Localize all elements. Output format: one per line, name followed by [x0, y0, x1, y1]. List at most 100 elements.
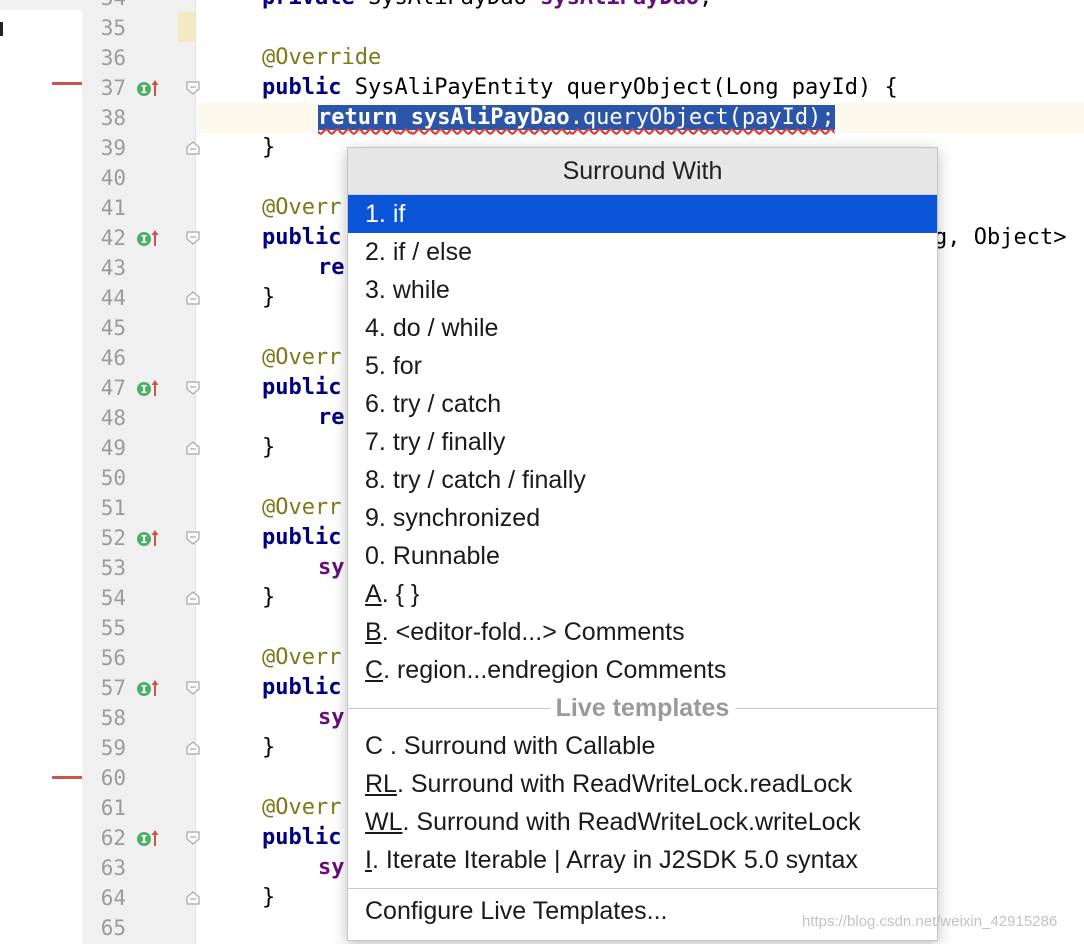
implements-interface-icon[interactable] [136, 826, 160, 850]
line-number[interactable]: 52 [82, 523, 126, 553]
line-number[interactable]: 56 [82, 643, 126, 673]
line-number[interactable]: 44 [82, 283, 126, 313]
implements-interface-icon[interactable] [136, 526, 160, 550]
line-number[interactable]: 47 [82, 373, 126, 403]
surround-option[interactable]: 7. try / finally [348, 423, 937, 461]
implements-interface-icon[interactable] [136, 226, 160, 250]
line-number[interactable]: 57 [82, 673, 126, 703]
line-number[interactable]: 35 [82, 13, 126, 43]
line-number[interactable]: 41 [82, 193, 126, 223]
live-template-option[interactable]: WL. Surround with ReadWriteLock.writeLoc… [348, 803, 937, 841]
line-number[interactable]: 46 [82, 343, 126, 373]
surround-option[interactable]: 2. if / else [348, 233, 937, 271]
option-key-separator: . [378, 352, 393, 380]
option-key-separator: . [402, 808, 417, 836]
option-label: while [392, 276, 450, 304]
breakpoint-marker[interactable] [52, 776, 82, 779]
surround-option[interactable]: 8. try / catch / finally [348, 461, 937, 499]
surround-option[interactable]: A. { } [348, 575, 937, 613]
breakpoint-marker[interactable] [52, 82, 82, 85]
line-number[interactable]: 62 [82, 823, 126, 853]
line-number[interactable]: 49 [82, 433, 126, 463]
line-number[interactable]: 39 [82, 133, 126, 163]
line-number[interactable]: 55 [82, 613, 126, 643]
code-line-58: sy [318, 705, 345, 730]
option-label: if / else [392, 238, 473, 266]
option-label: for [392, 352, 422, 380]
surround-option[interactable]: 9. synchronized [348, 499, 937, 537]
option-label: Runnable [392, 542, 500, 570]
editor-gutter[interactable]: 3435363738394041424344454647484950515253… [82, 0, 200, 944]
code-line-48: re [318, 405, 345, 430]
keyword: return [318, 105, 398, 130]
line-number[interactable]: 34 [82, 0, 126, 13]
line-number[interactable]: 53 [82, 553, 126, 583]
surround-option[interactable]: B. <editor-fold...> Comments [348, 613, 937, 651]
live-templates-label: Live templates [549, 689, 736, 727]
implements-interface-icon[interactable] [136, 676, 160, 700]
selected-code[interactable]: return sysAliPayDao.queryObject(payId); [318, 105, 835, 130]
option-label: Surround with ReadWriteLock.writeLock [416, 808, 861, 836]
line-number[interactable]: 37 [82, 73, 126, 103]
line-number[interactable]: 51 [82, 493, 126, 523]
field-name: sysAliPayDao [540, 0, 699, 10]
line-number[interactable]: 58 [82, 703, 126, 733]
line-number[interactable]: 64 [82, 883, 126, 913]
code-line-52: public [262, 525, 342, 550]
option-key: 0 [365, 542, 379, 570]
surround-option[interactable]: C. region...endregion Comments [348, 651, 937, 689]
live-template-option[interactable]: RL. Surround with ReadWriteLock.readLock [348, 765, 937, 803]
code-line-51: @Overr [262, 495, 342, 520]
option-key: 9 [365, 504, 379, 532]
code-line-42-tail: g, Object> [934, 225, 1067, 250]
line-number[interactable]: 36 [82, 43, 126, 73]
code-line-47: public [262, 375, 342, 400]
line-number[interactable]: 63 [82, 853, 126, 883]
implements-interface-icon[interactable] [136, 376, 160, 400]
line-number[interactable]: 59 [82, 733, 126, 763]
line-number[interactable]: 54 [82, 583, 126, 613]
line-number[interactable]: 50 [82, 463, 126, 493]
change-marker [178, 12, 196, 42]
surround-option[interactable]: 3. while [348, 271, 937, 309]
surround-with-popup[interactable]: Surround With 1. if 2. if / else 3. while 4… [347, 147, 938, 941]
live-templates-list: C . Surround with Callable RL. Surround w… [348, 727, 937, 879]
surround-option[interactable]: 1. if [348, 195, 937, 233]
line-number[interactable]: 43 [82, 253, 126, 283]
field-name: sysAliPayDao [410, 105, 570, 130]
live-template-option[interactable]: I. Iterate Iterable | Array in J2SDK 5.0… [348, 841, 937, 879]
live-template-option[interactable]: C . Surround with Callable [348, 727, 937, 765]
code-line-36: @Override [262, 45, 382, 70]
line-number[interactable]: 48 [82, 403, 126, 433]
surround-option[interactable]: 5. for [348, 347, 937, 385]
option-label: region...endregion Comments [396, 656, 727, 684]
method-signature: SysAliPayEntity queryObject(Long payId) … [354, 75, 898, 100]
option-key: 5 [365, 352, 379, 380]
line-number[interactable]: 61 [82, 793, 126, 823]
option-label: Surround with ReadWriteLock.readLock [410, 770, 853, 798]
surround-option[interactable]: 0. Runnable [348, 537, 937, 575]
option-key-separator: . [383, 732, 404, 760]
line-number[interactable]: 45 [82, 313, 126, 343]
surround-option[interactable]: 4. do / while [348, 309, 937, 347]
option-key: RL [365, 770, 397, 798]
line-number[interactable]: 42 [82, 223, 126, 253]
option-label: try / finally [392, 428, 506, 456]
option-key-separator: . [383, 656, 397, 684]
option-key: C [365, 656, 384, 684]
line-number[interactable]: 38 [82, 103, 126, 133]
option-label: try / catch / finally [392, 466, 586, 494]
keyword: private [262, 0, 355, 10]
code-line-42: public [262, 225, 342, 250]
surround-option[interactable]: 6. try / catch [348, 385, 937, 423]
code-line-49: } [262, 435, 276, 460]
option-key: WL [365, 808, 403, 836]
option-key-separator: . [378, 238, 393, 266]
line-number[interactable]: 65 [82, 913, 126, 943]
code-line-38[interactable]: return sysAliPayDao.queryObject(payId); [318, 103, 835, 133]
line-number[interactable]: 40 [82, 163, 126, 193]
code-line-34: private SysAliPayDao sysAliPayDao; [262, 0, 712, 13]
line-number[interactable]: 60 [82, 763, 126, 793]
punctuation: ; [699, 0, 712, 10]
implements-interface-icon[interactable] [136, 76, 160, 100]
